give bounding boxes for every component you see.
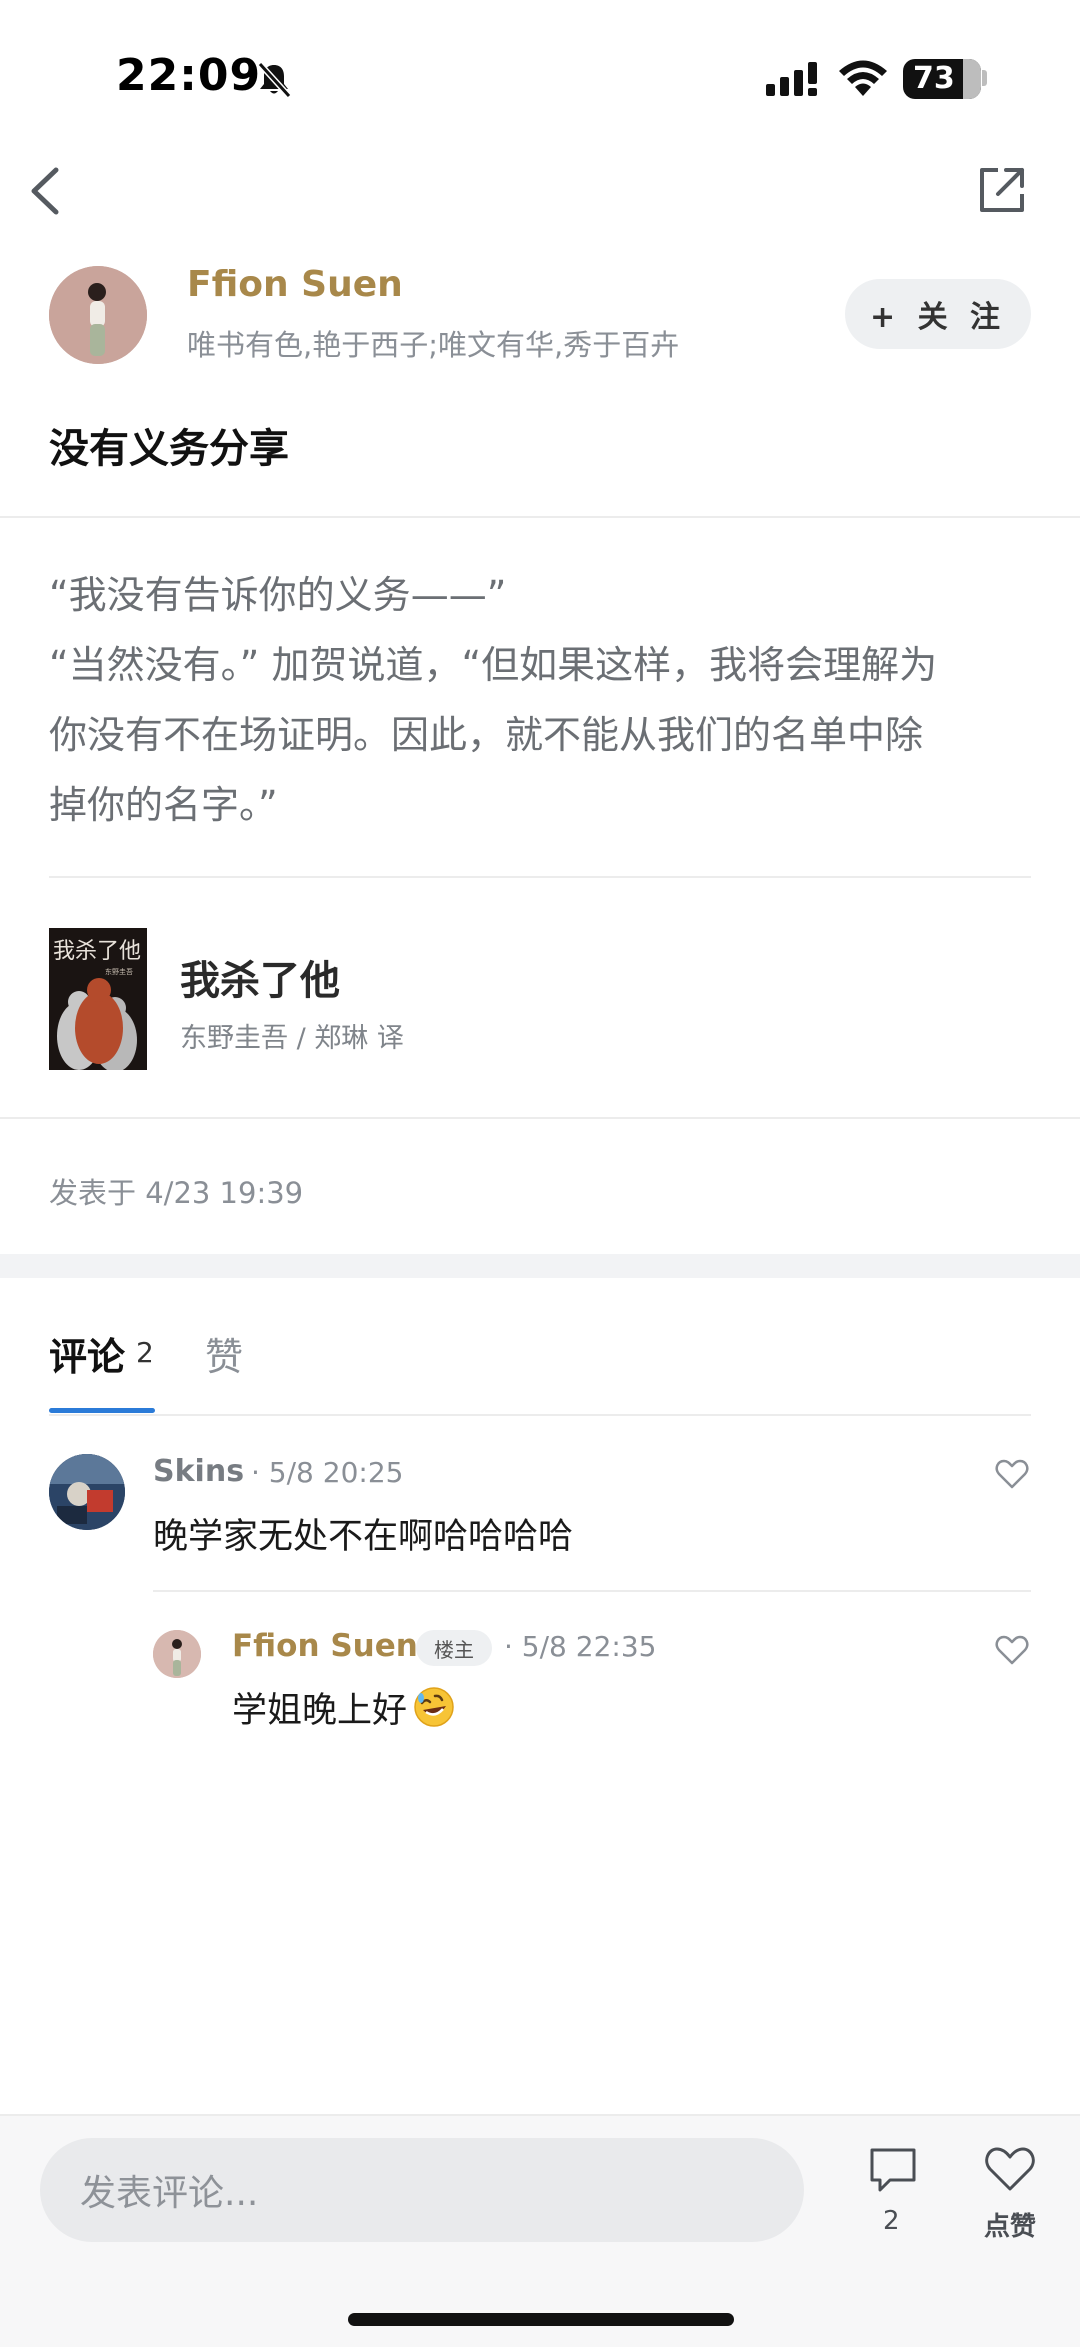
comment-time: · 5/8 20:25: [251, 1456, 404, 1489]
post-published-time: 发表于 4/23 19:39: [49, 1176, 304, 1210]
reply-text-row: 学姐晚上好: [232, 1682, 455, 1733]
book-author: 东野圭吾 / 郑琳 译: [180, 1023, 404, 1054]
battery-level: 73: [913, 61, 955, 96]
commenter-name[interactable]: Skins: [153, 1454, 244, 1489]
like-heart-icon[interactable]: [984, 2145, 1036, 2193]
comment-input[interactable]: 发表评论...: [40, 2138, 804, 2242]
tab-likes[interactable]: 赞: [205, 1326, 243, 1381]
bell-slash-icon: [257, 61, 292, 99]
tab-comments-count: 2: [136, 1336, 154, 1369]
tab-comments[interactable]: 评论: [49, 1326, 125, 1381]
follow-button[interactable]: + 关 注: [845, 279, 1031, 349]
signal-icon: [766, 62, 817, 96]
book-cover-title: 我杀了他: [53, 939, 141, 964]
quote-line: 你没有不在场证明。因此，就不能从我们的名单中除: [49, 713, 924, 757]
reply-avatar[interactable]: [153, 1630, 201, 1678]
comment-icon[interactable]: [868, 2145, 918, 2195]
author-avatar[interactable]: [49, 266, 147, 364]
divider: [0, 1117, 1080, 1119]
section-separator: [0, 1254, 1080, 1278]
post-title: 没有义务分享: [49, 426, 289, 472]
share-icon[interactable]: [976, 164, 1028, 216]
author-name[interactable]: Ffion Suen: [187, 264, 403, 305]
wifi-icon: [839, 60, 887, 96]
divider: [49, 876, 1031, 878]
quote-line: “我没有告诉你的义务——”: [49, 573, 507, 617]
chevron-left-icon[interactable]: [26, 166, 66, 216]
like-label[interactable]: 点赞: [984, 2206, 1036, 2243]
book-cover-author: 东野圭吾: [105, 967, 133, 976]
op-badge: 楼主: [416, 1630, 492, 1666]
battery-icon: 73: [903, 59, 981, 99]
book-title[interactable]: 我杀了他: [180, 948, 340, 1006]
rofl-emoji-icon: [414, 1687, 454, 1727]
quote-line: 掉你的名字。”: [49, 783, 278, 827]
battery-cap: [982, 70, 987, 86]
comment-count: 2: [883, 2206, 900, 2236]
status-time: 22:09: [116, 50, 262, 101]
commenter-avatar[interactable]: [49, 1454, 125, 1530]
post-quote: “我没有告诉你的义务——” “当然没有。” 加贺说道，“但如果这样，我将会理解为…: [49, 560, 1039, 840]
quote-line: “当然没有。” 加贺说道，“但如果这样，我将会理解为: [49, 643, 938, 687]
divider: [153, 1590, 1031, 1592]
divider: [49, 1414, 1031, 1416]
tab-active-indicator: [49, 1408, 155, 1413]
heart-icon[interactable]: [995, 1458, 1029, 1490]
reply-time: · 5/8 22:35: [504, 1630, 657, 1663]
author-bio: 唯书有色,艳于西子;唯文有华,秀于百卉: [187, 328, 680, 362]
reply-text: 学姐晚上好: [232, 1691, 408, 1731]
divider: [0, 516, 1080, 518]
comment-text: 晚学家无处不在啊哈哈哈哈: [153, 1517, 574, 1557]
heart-icon[interactable]: [995, 1634, 1029, 1666]
reply-author-name[interactable]: Ffion Suen: [232, 1628, 418, 1664]
book-cover[interactable]: 我杀了他 东野圭吾: [49, 928, 147, 1070]
home-indicator[interactable]: [348, 2313, 734, 2326]
